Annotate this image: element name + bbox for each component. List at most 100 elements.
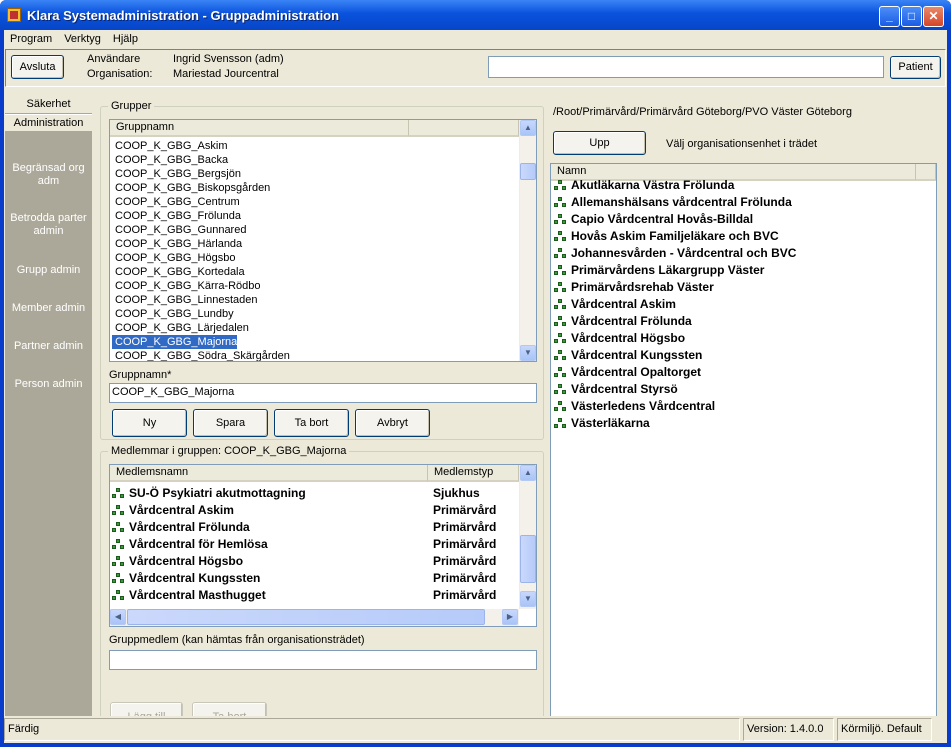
group-list-item[interactable]: COOP_K_GBG_Lärjedalen bbox=[112, 321, 249, 335]
user-value: Ingrid Svensson (adm) bbox=[173, 53, 284, 65]
scroll-up-icon[interactable]: ▲ bbox=[520, 465, 536, 481]
org-unit-icon bbox=[112, 488, 126, 499]
group-list-item[interactable]: COOP_K_GBG_Frölunda bbox=[112, 209, 241, 223]
groups-groupbox: Grupper Gruppnamn COOP_K_GBG_Askim COOP_K… bbox=[100, 100, 544, 440]
org-unit-icon bbox=[554, 231, 568, 242]
sidebar-item-begransad-org-adm[interactable]: Begränsad org adm bbox=[5, 162, 92, 188]
scroll-down-icon[interactable]: ▼ bbox=[520, 591, 536, 607]
member-row[interactable]: SU-Ö Psykiatri akutmottagning bbox=[112, 485, 306, 502]
group-list-item[interactable]: COOP_K_GBG_Askim bbox=[112, 139, 227, 153]
tab-administration[interactable]: Administration bbox=[5, 114, 92, 131]
group-list-item[interactable]: COOP_K_GBG_Kärra-Rödbo bbox=[112, 279, 261, 293]
status-bar: Färdig Version: 1.4.0.0 Körmiljö. Defaul… bbox=[4, 716, 947, 743]
org-tree-item-label: Capio Vårdcentral Hovås-Billdal bbox=[571, 212, 754, 226]
group-list-item[interactable]: COOP_K_GBG_Biskopsgården bbox=[112, 181, 270, 195]
groups-listbox[interactable]: Gruppnamn COOP_K_GBG_Askim COOP_K_GBG_Bac… bbox=[109, 119, 537, 362]
group-name-label: Gruppnamn* bbox=[109, 369, 172, 381]
save-group-button[interactable]: Spara bbox=[193, 409, 268, 437]
group-list-item[interactable]: COOP_K_GBG_Kortedala bbox=[112, 265, 245, 279]
org-hint: Välj organisationsenhet i trädet bbox=[666, 138, 818, 150]
patient-button[interactable]: Patient bbox=[890, 56, 941, 79]
member-row[interactable]: Vårdcentral Askim bbox=[112, 502, 234, 519]
scroll-right-icon[interactable]: ▶ bbox=[502, 609, 518, 625]
member-name: Vårdcentral Kungssten bbox=[129, 571, 261, 585]
group-list-item[interactable]: COOP_K_GBG_Södra_Skärgården bbox=[112, 349, 290, 361]
org-unit-icon bbox=[112, 556, 126, 567]
group-name-input[interactable]: COOP_K_GBG_Majorna bbox=[109, 383, 537, 403]
members-name-column-header[interactable]: Medlemsnamn bbox=[110, 465, 428, 482]
hscroll-thumb[interactable] bbox=[127, 609, 485, 625]
delete-group-button[interactable]: Ta bort bbox=[274, 409, 349, 437]
member-row[interactable]: Vårdcentral Högsbo bbox=[112, 553, 243, 570]
groups-vscrollbar[interactable]: ▲ ▼ bbox=[519, 120, 536, 361]
org-tree-item[interactable]: Allemanshälsans vårdcentral Frölunda bbox=[554, 194, 792, 211]
group-list-item[interactable]: COOP_K_GBG_Gunnared bbox=[112, 223, 246, 237]
org-unit-icon bbox=[554, 316, 568, 327]
scroll-up-icon[interactable]: ▲ bbox=[520, 120, 536, 136]
app-icon bbox=[7, 8, 21, 22]
member-row[interactable]: Vårdcentral Kungssten bbox=[112, 570, 260, 587]
member-row[interactable]: Vårdcentral Masthugget bbox=[112, 587, 266, 604]
org-tree-item[interactable]: Vårdcentral Frölunda bbox=[554, 313, 692, 330]
group-list-item[interactable]: COOP_K_GBG_Bergsjön bbox=[112, 167, 241, 181]
client-area: Program Verktyg Hjälp Avsluta Användare In… bbox=[4, 30, 947, 743]
org-tree-item[interactable]: Capio Vårdcentral Hovås-Billdal bbox=[554, 211, 753, 228]
org-tree-item[interactable]: Västerläkarna bbox=[554, 415, 650, 432]
member-input[interactable] bbox=[109, 650, 537, 670]
org-unit-icon bbox=[554, 197, 568, 208]
status-environment: Körmiljö. Default bbox=[837, 718, 932, 741]
scroll-left-icon[interactable]: ◀ bbox=[110, 609, 126, 625]
group-list-item[interactable]: COOP_K_GBG_Linnestaden bbox=[112, 293, 257, 307]
minimize-button[interactable]: _ bbox=[879, 6, 900, 27]
scroll-thumb[interactable] bbox=[520, 535, 536, 583]
title-bar[interactable]: Klara Systemadministration - Gruppadmini… bbox=[0, 0, 951, 30]
group-list-item[interactable]: COOP_K_GBG_Högsbo bbox=[112, 251, 235, 265]
org-tree-item[interactable]: Primärvårdens Läkargrupp Väster bbox=[554, 262, 764, 279]
org-tree-item[interactable]: Vårdcentral Styrsö bbox=[554, 381, 678, 398]
quit-button[interactable]: Avsluta bbox=[11, 55, 64, 79]
patient-field[interactable] bbox=[488, 56, 884, 78]
members-type-column-header[interactable]: Medlemstyp bbox=[428, 465, 519, 482]
scroll-down-icon[interactable]: ▼ bbox=[520, 345, 536, 361]
cancel-group-button[interactable]: Avbryt bbox=[355, 409, 430, 437]
sidebar-item-partner-admin[interactable]: Partner admin bbox=[5, 340, 92, 353]
org-tree-item[interactable]: Akutläkarna Västra Frölunda bbox=[554, 177, 734, 194]
groups-column-header[interactable]: Gruppnamn bbox=[110, 120, 409, 137]
tab-sakerhet[interactable]: Säkerhet bbox=[5, 96, 92, 113]
window-title: Klara Systemadministration - Gruppadmini… bbox=[27, 8, 340, 23]
org-tree-item[interactable]: Johannesvården - Vårdcentral och BVC bbox=[554, 245, 796, 262]
menu-program[interactable]: Program bbox=[4, 30, 58, 45]
info-bar: Avsluta Användare Ingrid Svensson (adm) … bbox=[5, 49, 946, 87]
maximize-button[interactable]: □ bbox=[901, 6, 922, 27]
members-vscrollbar[interactable]: ▲ ▼ bbox=[519, 465, 536, 609]
up-button[interactable]: Upp bbox=[553, 131, 646, 155]
org-tree-item[interactable]: Vårdcentral Askim bbox=[554, 296, 676, 313]
scroll-thumb[interactable] bbox=[520, 163, 536, 180]
group-list-item[interactable]: COOP_K_GBG_Majorna bbox=[112, 335, 238, 349]
org-tree-item[interactable]: Hovås Askim Familjeläkare och BVC bbox=[554, 228, 779, 245]
close-button[interactable]: ✕ bbox=[923, 6, 944, 27]
members-hscrollbar[interactable]: ◀ ▶ bbox=[110, 609, 519, 626]
org-tree[interactable]: Namn Akutläkarna Västra Frölunda Allemans… bbox=[550, 163, 937, 737]
org-tree-item[interactable]: Vårdcentral Opaltorget bbox=[554, 364, 701, 381]
member-row[interactable]: Vårdcentral för Hemlösa bbox=[112, 536, 268, 553]
group-list-item[interactable]: COOP_K_GBG_Centrum bbox=[112, 195, 240, 209]
member-row[interactable]: Vårdcentral Frölunda bbox=[112, 519, 250, 536]
menu-hjalp[interactable]: Hjälp bbox=[107, 30, 144, 45]
group-list-item[interactable]: COOP_K_GBG_Backa bbox=[112, 153, 228, 167]
group-list-item[interactable]: COOP_K_GBG_Härlanda bbox=[112, 237, 242, 251]
members-listbox[interactable]: Medlemsnamn Medlemstyp SU-Ö Psykiatri ak… bbox=[109, 464, 537, 627]
sidebar-item-grupp-admin[interactable]: Grupp admin bbox=[5, 264, 92, 277]
org-tree-item[interactable]: Primärvårdsrehab Väster bbox=[554, 279, 714, 296]
menu-verktyg[interactable]: Verktyg bbox=[58, 30, 107, 45]
sidebar-item-betrodda-parter-admin[interactable]: Betrodda parter admin bbox=[5, 212, 92, 238]
member-name: Vårdcentral för Hemlösa bbox=[129, 537, 268, 551]
sidebar-item-person-admin[interactable]: Person admin bbox=[5, 378, 92, 391]
group-list-item[interactable]: COOP_K_GBG_Lundby bbox=[112, 307, 234, 321]
org-tree-item[interactable]: Vårdcentral Kungssten bbox=[554, 347, 702, 364]
user-label: Användare bbox=[87, 53, 141, 65]
new-group-button[interactable]: Ny bbox=[112, 409, 187, 437]
org-tree-item[interactable]: Västerledens Vårdcentral bbox=[554, 398, 715, 415]
sidebar-item-member-admin[interactable]: Member admin bbox=[5, 302, 92, 315]
org-tree-item[interactable]: Vårdcentral Högsbo bbox=[554, 330, 685, 347]
